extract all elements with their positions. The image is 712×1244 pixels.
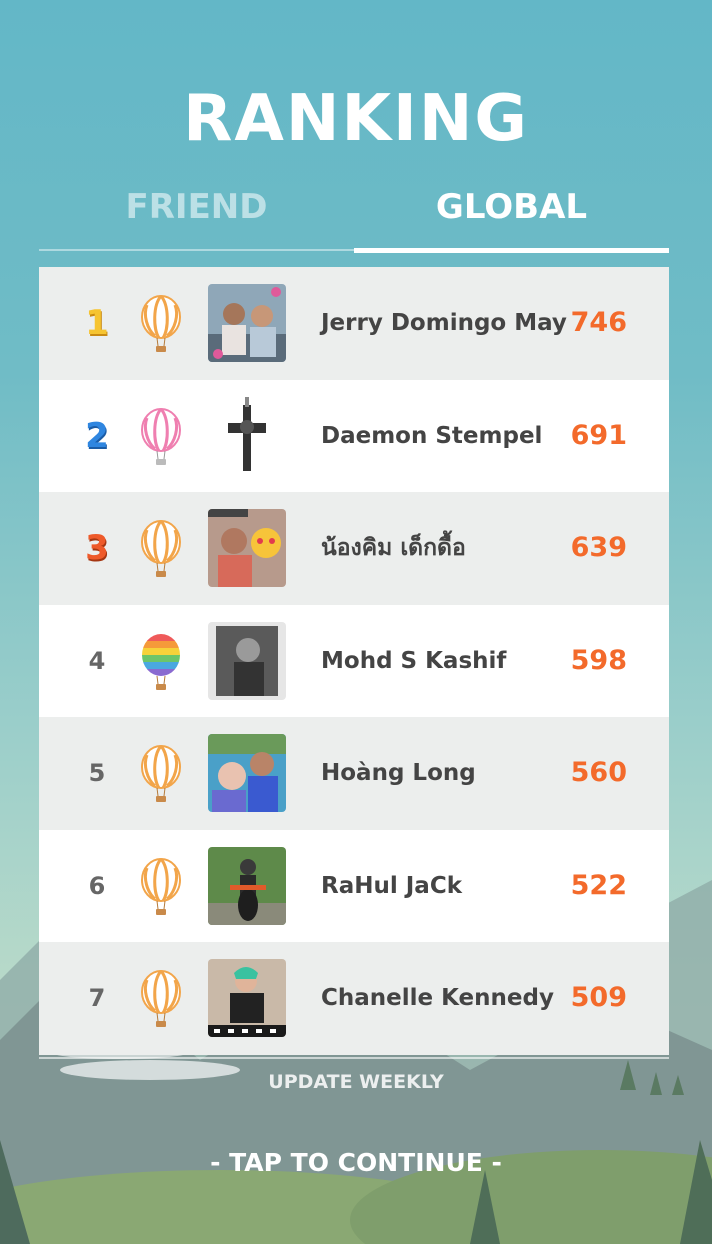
orange-striped-balloon-icon	[141, 970, 181, 1027]
ranking-row[interactable]: 6 RaHul JaCk 522	[39, 829, 669, 942]
list-bottom-divider	[39, 1057, 669, 1059]
red-medal-rank: 3	[85, 528, 109, 568]
orange-striped-balloon-icon	[141, 857, 181, 915]
rainbow-balloon-icon	[142, 633, 180, 690]
orange-striped-balloon-icon	[141, 745, 181, 802]
player-name: น้องคิม เด็กดื้อ	[321, 535, 466, 561]
player-name: Chanelle Kennedy	[321, 985, 554, 1011]
player-score: 598	[570, 644, 627, 676]
orange-striped-balloon-icon	[141, 520, 181, 577]
avatar	[208, 734, 286, 812]
player-score: 522	[570, 869, 627, 901]
player-score: 691	[570, 419, 627, 451]
ranking-list: 1 Jerry Domingo May 746 2 Daemon Stempel…	[39, 267, 669, 1055]
avatar	[208, 846, 286, 925]
avatar	[208, 959, 286, 1037]
tab-friend[interactable]: FRIEND	[39, 180, 354, 250]
rank-number: 4	[88, 646, 106, 675]
player-name: RaHul JaCk	[321, 872, 462, 899]
player-name: Daemon Stempel	[321, 422, 543, 449]
page-title: RANKING	[183, 82, 529, 156]
player-score: 746	[570, 307, 627, 338]
avatar	[208, 396, 286, 475]
player-name: Hoàng Long	[321, 760, 476, 786]
blue-medal-rank: 2	[85, 415, 109, 456]
rank-number: 6	[88, 871, 106, 900]
ranking-row[interactable]: 5 Hoàng Long 560	[39, 717, 669, 830]
avatar	[208, 509, 286, 587]
ranking-tabs: FRIEND GLOBAL	[39, 180, 669, 254]
tap-to-continue-button[interactable]: - TAP TO CONTINUE -	[0, 1148, 712, 1177]
player-score: 639	[570, 532, 627, 563]
ranking-row[interactable]: 7 Chanelle Kennedy 509	[39, 942, 669, 1055]
rank-number: 7	[88, 984, 106, 1012]
pink-striped-balloon-icon	[141, 407, 181, 465]
player-score: 560	[570, 757, 627, 788]
avatar	[208, 284, 286, 362]
gold-medal-rank: 1	[85, 303, 109, 343]
ranking-row[interactable]: 3 น้องคิม เด็กดื้อ 639	[39, 492, 669, 605]
avatar	[208, 621, 286, 700]
active-tab-indicator	[354, 248, 669, 253]
orange-striped-balloon-icon	[141, 295, 181, 352]
player-score: 509	[570, 982, 627, 1013]
ranking-row[interactable]: 4 Mohd S Kashif 598	[39, 604, 669, 717]
tab-global[interactable]: GLOBAL	[354, 180, 669, 250]
ranking-row[interactable]: 2 Daemon Stempel 691	[39, 379, 669, 492]
update-weekly-note: UPDATE WEEKLY	[268, 1071, 444, 1093]
player-name: Mohd S Kashif	[321, 647, 507, 674]
rank-number: 5	[88, 759, 106, 787]
ranking-row[interactable]: 1 Jerry Domingo May 746	[39, 267, 669, 380]
player-name: Jerry Domingo May	[321, 310, 567, 336]
